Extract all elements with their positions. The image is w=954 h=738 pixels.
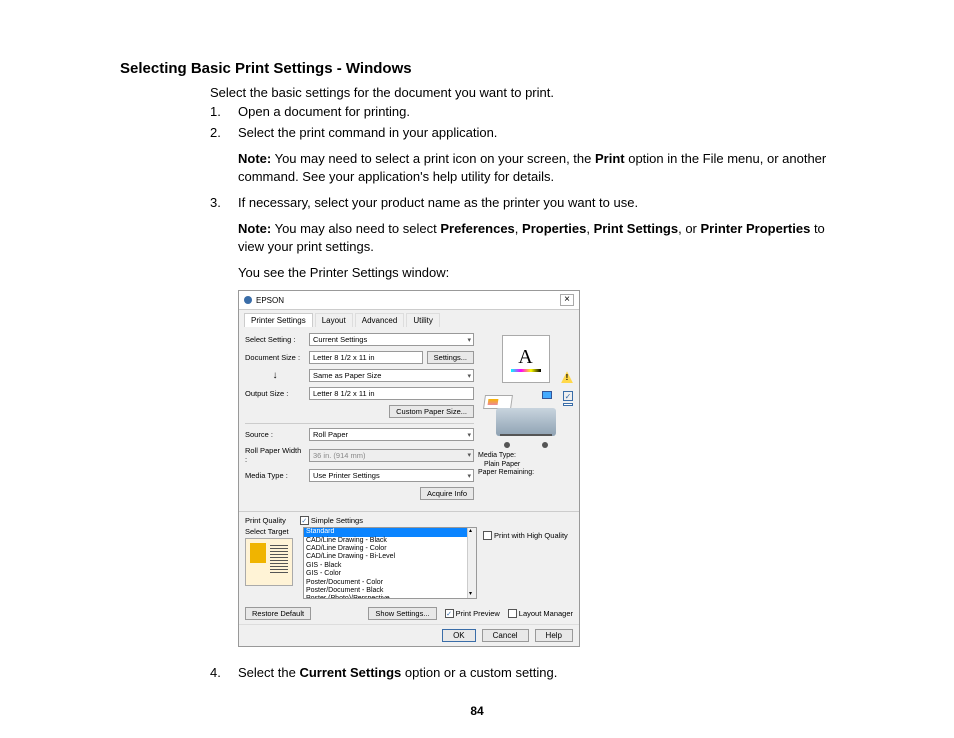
select-target-listbox[interactable]: Standard CAD/Line Drawing - Black CAD/Li… <box>303 527 477 599</box>
restore-default-button[interactable]: Restore Default <box>245 607 311 620</box>
reduce-enlarge-combobox[interactable]: Same as Paper Size <box>309 369 474 382</box>
printer-icon <box>486 389 566 444</box>
intro-text: Select the basic settings for the docume… <box>210 85 854 100</box>
label-print-quality: Print Quality <box>245 516 286 525</box>
tab-layout[interactable]: Layout <box>315 313 353 327</box>
simple-settings-checkbox[interactable]: ✓Simple Settings <box>300 516 363 525</box>
label-roll-width: Roll Paper Width : <box>245 446 305 464</box>
label-document-size: Document Size : <box>245 353 305 362</box>
roll-width-combobox[interactable]: 36 in. (914 mm) <box>309 449 474 462</box>
page-number: 84 <box>0 704 954 718</box>
ok-button[interactable]: OK <box>442 629 476 642</box>
select-setting-combobox[interactable]: Current Settings <box>309 333 474 346</box>
printer-settings-dialog: EPSON × Printer Settings Layout Advanced… <box>238 290 580 647</box>
settings-button[interactable]: Settings... <box>427 351 474 364</box>
note-2: Note: You may also need to select Prefer… <box>238 220 854 255</box>
color-bar-icon <box>511 369 541 372</box>
media-info: Media Type: Plain Paper Paper Remaining: <box>478 452 573 477</box>
epson-logo-icon <box>244 296 252 304</box>
dialog-brand: EPSON <box>256 296 284 305</box>
paper-preview: A <box>502 335 550 383</box>
output-size-field[interactable]: Letter 8 1/2 x 11 in <box>309 387 474 400</box>
tab-printer-settings[interactable]: Printer Settings <box>244 313 313 327</box>
step-4: Select the Current Settings option or a … <box>210 665 854 680</box>
page-title: Selecting Basic Print Settings - Windows <box>120 60 854 77</box>
print-preview-checkbox[interactable]: ✓Print Preview <box>445 609 500 618</box>
arrow-down-icon: ↓ <box>245 370 305 381</box>
dialog-tabs: Printer Settings Layout Advanced Utility <box>239 310 579 327</box>
close-button[interactable]: × <box>560 294 574 306</box>
listbox-scrollbar[interactable] <box>467 528 476 598</box>
label-select-target: Select Target <box>245 527 297 536</box>
note-1: Note: You may need to select a print ico… <box>238 150 854 185</box>
label-media-type: Media Type : <box>245 471 305 480</box>
warning-icon: ! <box>561 371 573 383</box>
target-preview-icon <box>245 538 293 586</box>
layout-manager-checkbox[interactable]: Layout Manager <box>508 609 573 618</box>
label-output-size: Output Size : <box>245 389 305 398</box>
tab-advanced[interactable]: Advanced <box>355 313 405 327</box>
document-size-field[interactable]: Letter 8 1/2 x 11 in <box>309 351 423 364</box>
high-quality-checkbox[interactable]: Print with High Quality <box>483 531 568 540</box>
step-2: Select the print command in your applica… <box>210 125 854 185</box>
dialog-titlebar: EPSON × <box>239 291 579 310</box>
show-settings-button[interactable]: Show Settings... <box>368 607 436 620</box>
see-window-text: You see the Printer Settings window: <box>238 265 854 280</box>
source-combobox[interactable]: Roll Paper <box>309 428 474 441</box>
cancel-button[interactable]: Cancel <box>482 629 529 642</box>
help-button[interactable]: Help <box>535 629 573 642</box>
status-indicator: ✓ <box>563 391 573 406</box>
tab-utility[interactable]: Utility <box>406 313 440 327</box>
label-source: Source : <box>245 430 305 439</box>
custom-paper-size-button[interactable]: Custom Paper Size... <box>389 405 474 418</box>
step-1: Open a document for printing. <box>210 104 854 119</box>
acquire-info-button[interactable]: Acquire Info <box>420 487 474 500</box>
step-3: If necessary, select your product name a… <box>210 195 854 647</box>
label-select-setting: Select Setting : <box>245 335 305 344</box>
media-type-combobox[interactable]: Use Printer Settings <box>309 469 474 482</box>
